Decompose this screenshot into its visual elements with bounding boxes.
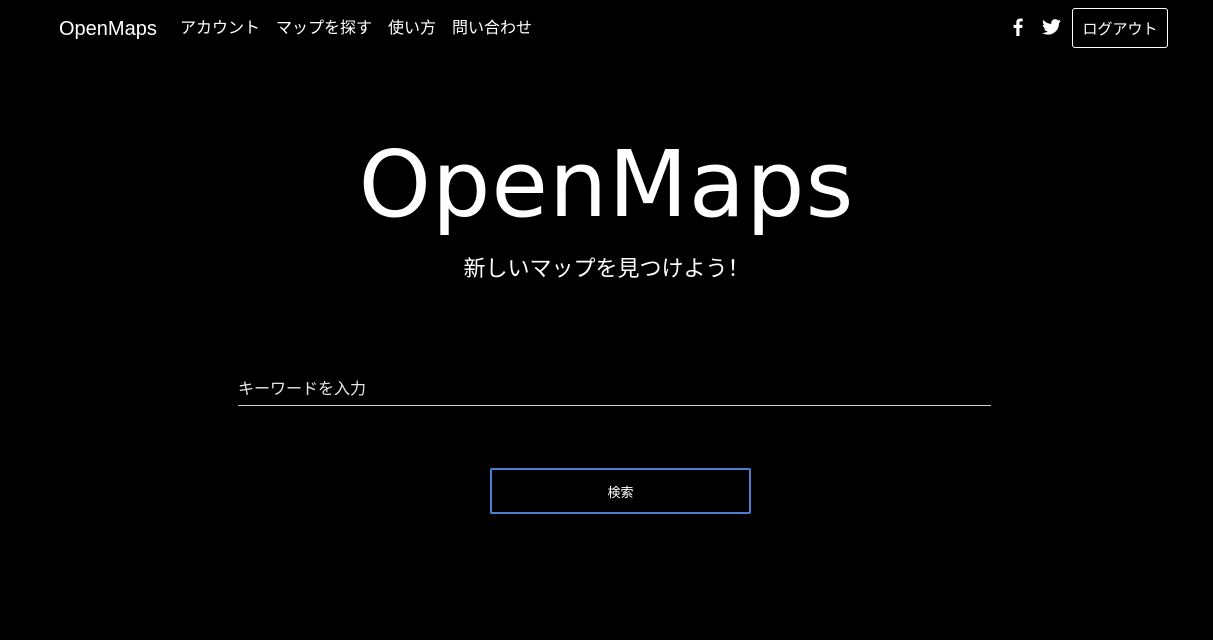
navbar: OpenMaps アカウント マップを探す 使い方 問い合わせ ログアウト — [0, 0, 1213, 56]
hero-subtitle: 新しいマップを見つけよう！ — [463, 257, 750, 282]
page: OpenMaps アカウント マップを探す 使い方 問い合わせ ログアウト Op… — [0, 0, 1213, 640]
facebook-icon[interactable] — [1008, 17, 1028, 37]
nav-link-contact[interactable]: 問い合わせ — [452, 17, 532, 39]
twitter-icon[interactable] — [1041, 17, 1061, 37]
search-input[interactable] — [238, 372, 991, 406]
nav-link-explore-maps[interactable]: マップを探す — [276, 17, 372, 39]
nav-link-account[interactable]: アカウント — [180, 17, 260, 39]
search-button[interactable]: 検索 — [490, 468, 751, 514]
logout-button[interactable]: ログアウト — [1072, 8, 1168, 48]
brand-logo[interactable]: OpenMaps — [59, 17, 157, 41]
nav-link-how-to[interactable]: 使い方 — [388, 17, 436, 39]
hero-title: OpenMaps — [358, 131, 855, 238]
nav-links: アカウント マップを探す 使い方 問い合わせ — [180, 17, 532, 39]
